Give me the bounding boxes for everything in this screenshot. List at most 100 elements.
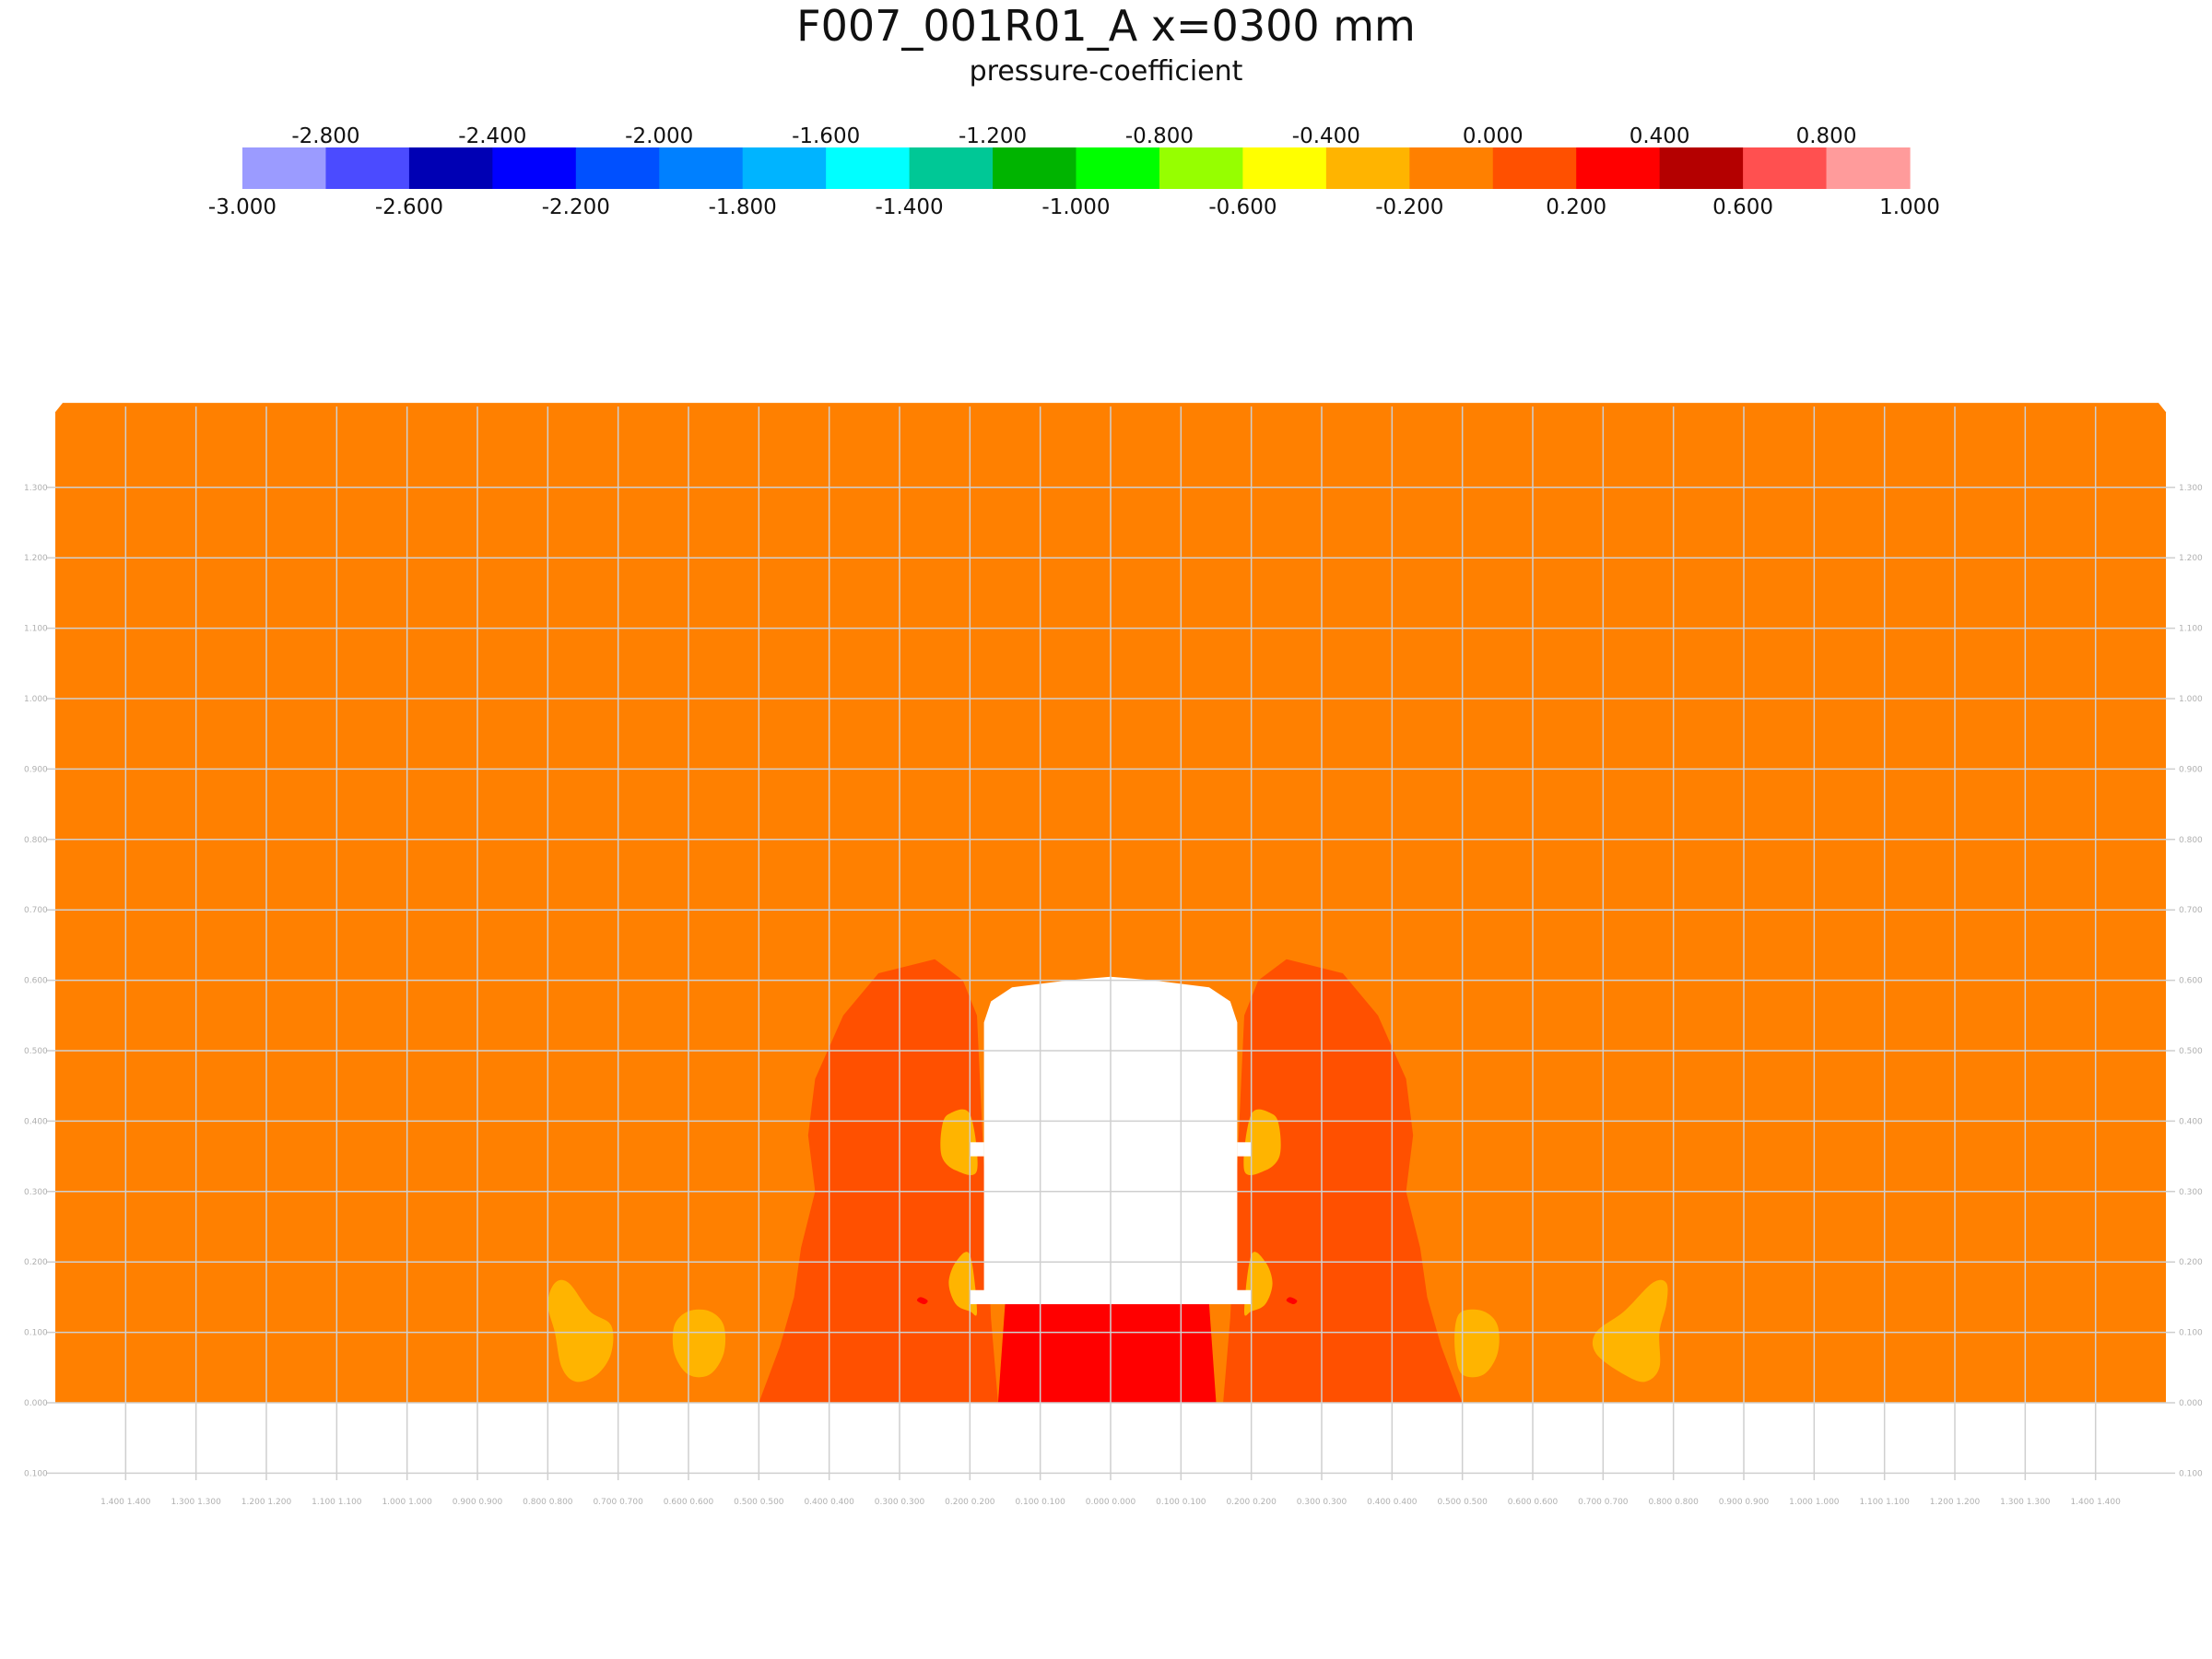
x-tick-label: 0.200 0.200 (1226, 1498, 1277, 1507)
vehicle-mirror (970, 1142, 984, 1157)
x-tick-label: 1.300 1.300 (2000, 1498, 2051, 1507)
x-tick-label: 0.200 0.200 (945, 1498, 995, 1507)
x-tick-label: 0.600 0.600 (664, 1498, 714, 1507)
colorbar-segment-5 (659, 147, 744, 189)
y-tick-label-right: 1.200 (2179, 554, 2203, 563)
colorbar-segment-2 (408, 147, 493, 189)
y-tick-label-left: 1.100 (24, 625, 48, 634)
x-tick-label: 1.200 1.200 (1930, 1498, 1981, 1507)
y-tick-label-right: 0.100 (2179, 1469, 2203, 1478)
x-tick-label: 0.900 0.900 (453, 1498, 503, 1507)
y-tick-label-left: 0.600 (24, 977, 48, 986)
y-tick-label-right: 0.900 (2179, 765, 2203, 774)
colorbar-segment-0 (242, 147, 327, 189)
x-tick-label: 1.100 1.100 (312, 1498, 362, 1507)
colorbar-tick-label: -1.200 (959, 124, 1027, 148)
colorbar-segment-12 (1242, 147, 1327, 189)
colorbar-segment-8 (909, 147, 994, 189)
colorbar-segment-7 (826, 147, 911, 189)
colorbar-tick-label: -1.000 (1041, 195, 1110, 219)
x-tick-label: 0.800 0.800 (1648, 1498, 1699, 1507)
y-tick-label-left: 0.500 (24, 1047, 48, 1056)
colorbar-tick-label: -0.800 (1125, 124, 1194, 148)
y-tick-label-right: 0.400 (2179, 1117, 2203, 1126)
x-tick-label: 0.600 0.600 (1508, 1498, 1559, 1507)
colorbar-segment-3 (492, 147, 577, 189)
colorbar-segment-9 (993, 147, 1077, 189)
y-tick-label-left: 1.300 (24, 484, 48, 493)
colorbar-tick-label: 0.200 (1546, 195, 1606, 219)
vehicle-mirror (1237, 1142, 1252, 1157)
y-tick-label-left: 0.400 (24, 1117, 48, 1126)
y-tick-label-right: 1.300 (2179, 484, 2203, 493)
colorbar-segment-10 (1076, 147, 1160, 189)
colorbar-tick-label: 0.000 (1463, 124, 1524, 148)
x-tick-label: 0.100 0.100 (1156, 1498, 1206, 1507)
y-tick-label-right: 0.100 (2179, 1329, 2203, 1338)
y-tick-label-right: 0.700 (2179, 906, 2203, 915)
x-tick-label: 1.000 1.000 (1789, 1498, 1840, 1507)
colorbar-segment-19 (1826, 147, 1911, 189)
y-tick-label-left: 0.100 (24, 1329, 48, 1338)
colorbar-segment-11 (1159, 147, 1243, 189)
colorbar: -3.000 -2.800 -2.600 -2.400 -2.200 -2.000 -1.8… (208, 124, 1940, 219)
x-tick-label: 0.300 0.300 (875, 1498, 925, 1507)
x-tick-label: 0.900 0.900 (1719, 1498, 1770, 1507)
colorbar-segment-15 (1492, 147, 1577, 189)
x-tick-label: 0.300 0.300 (1297, 1498, 1347, 1507)
y-tick-label-left: 0.800 (24, 836, 48, 845)
x-tick-label: 1.400 1.400 (100, 1498, 151, 1507)
y-tick-label-left: 0.900 (24, 765, 48, 774)
colorbar-segment-13 (1325, 147, 1410, 189)
colorbar-tick-label: -1.400 (876, 195, 944, 219)
colorbar-tick-label: -1.600 (792, 124, 860, 148)
y-tick-label-right: 0.600 (2179, 977, 2203, 986)
x-tick-label: 0.500 0.500 (1437, 1498, 1488, 1507)
colorbar-segment-14 (1409, 147, 1494, 189)
colorbar-tick-label: -0.400 (1292, 124, 1360, 148)
colorbar-tick-label: -2.000 (625, 124, 693, 148)
x-tick-label: 0.400 0.400 (1367, 1498, 1418, 1507)
y-tick-label-right: 1.100 (2179, 625, 2203, 634)
y-tick-label-left: 0.700 (24, 906, 48, 915)
x-tick-label: 1.100 1.100 (1859, 1498, 1910, 1507)
x-tick-label: 0.500 0.500 (734, 1498, 784, 1507)
y-tick-label-left: 1.200 (24, 554, 48, 563)
y-tick-label-left: 0.300 (24, 1188, 48, 1197)
x-tick-label: 0.400 0.400 (804, 1498, 854, 1507)
colorbar-tick-label: -2.200 (542, 195, 610, 219)
x-tick-label: 1.300 1.300 (171, 1498, 221, 1507)
colorbar-tick-label: 0.400 (1630, 124, 1690, 148)
colorbar-tick-label: -0.200 (1375, 195, 1443, 219)
colorbar-tick-label: -1.800 (709, 195, 777, 219)
y-tick-label-right: 1.000 (2179, 695, 2203, 704)
colorbar-tick-label: -3.000 (208, 195, 276, 219)
y-tick-label-left: 0.000 (24, 1399, 48, 1408)
pressure-plot-page: F007_001R01_A x=0300 mm pressure-coeffic… (0, 0, 2212, 1659)
x-tick-label: 0.700 0.700 (1578, 1498, 1629, 1507)
colorbar-segment-17 (1659, 147, 1744, 189)
x-tick-label: 0.700 0.700 (593, 1498, 643, 1507)
y-tick-label-left: 1.000 (24, 695, 48, 704)
colorbar-tick-label: -2.600 (375, 195, 443, 219)
y-tick-label-left: 0.100 (24, 1469, 48, 1478)
underbody-region (997, 1304, 1217, 1403)
colorbar-segment-4 (575, 147, 660, 189)
colorbar-tick-label: 1.000 (1879, 195, 1940, 219)
colorbar-tick-label: -0.600 (1208, 195, 1277, 219)
x-tick-label: 1.400 1.400 (2070, 1498, 2121, 1507)
x-tick-label: 1.200 1.200 (241, 1498, 292, 1507)
y-tick-label-right: 0.800 (2179, 836, 2203, 845)
colorbar-segment-16 (1576, 147, 1661, 189)
y-tick-label-left: 0.200 (24, 1258, 48, 1267)
y-tick-label-right: 0.500 (2179, 1047, 2203, 1056)
x-tick-label: 0.800 0.800 (523, 1498, 573, 1507)
y-tick-label-right: 0.000 (2179, 1399, 2203, 1408)
x-tick-label: 0.100 0.100 (1015, 1498, 1065, 1507)
colorbar-segment-1 (325, 147, 410, 189)
colorbar-tick-label: 0.800 (1796, 124, 1857, 148)
y-tick-label-right: 0.200 (2179, 1258, 2203, 1267)
colorbar-segment-6 (742, 147, 827, 189)
y-tick-label-right: 0.300 (2179, 1188, 2203, 1197)
pressure-coefficient-chart: -3.000 -2.800 -2.600 -2.400 -2.200 -2.000 -1.8… (24, 124, 2203, 1507)
